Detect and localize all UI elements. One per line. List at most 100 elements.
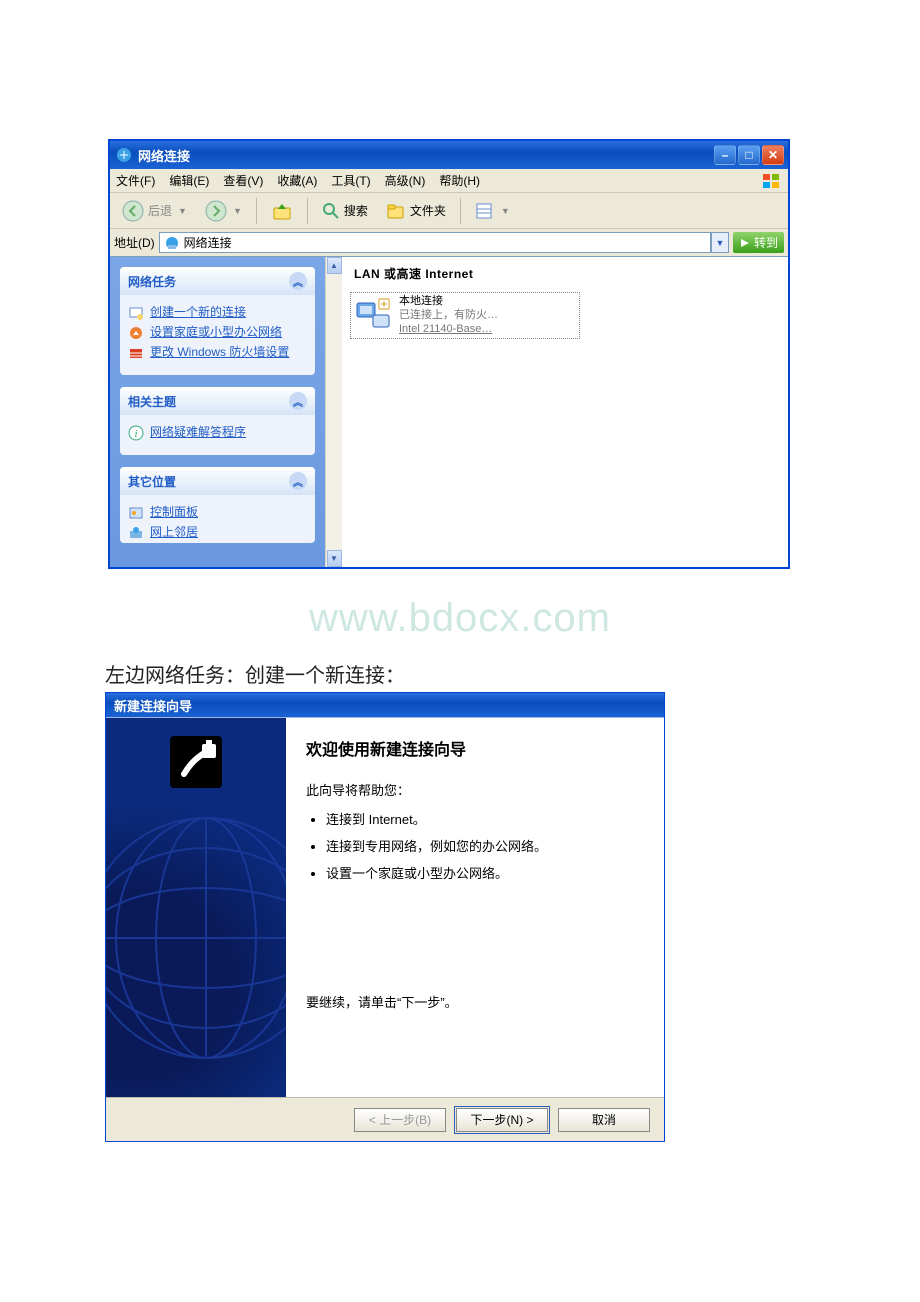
back-icon bbox=[122, 200, 144, 222]
cancel-button[interactable]: 取消 bbox=[558, 1108, 650, 1132]
sidebar-scrollbar[interactable]: ▲ ▼ bbox=[325, 257, 342, 567]
wizard-heading: 欢迎使用新建连接向导 bbox=[306, 736, 644, 760]
next-button[interactable]: 下一步(N) > bbox=[456, 1108, 548, 1132]
windows-flag-icon bbox=[762, 173, 782, 189]
go-button[interactable]: 转到 bbox=[733, 232, 784, 253]
search-button[interactable]: 搜索 bbox=[316, 200, 374, 222]
menu-favorites[interactable]: 收藏(A) bbox=[277, 172, 317, 189]
task-label: 设置家庭或小型办公网络 bbox=[150, 325, 282, 339]
maximize-button[interactable]: □ bbox=[738, 145, 760, 165]
wizard-bullet: 设置一个家庭或小型办公网络。 bbox=[326, 863, 644, 882]
svg-text:i: i bbox=[134, 428, 137, 440]
task-label: 网上邻居 bbox=[150, 525, 198, 539]
menu-view[interactable]: 查看(V) bbox=[223, 172, 263, 189]
connection-name: 本地连接 bbox=[399, 295, 498, 309]
task-setup-network[interactable]: 设置家庭或小型办公网络 bbox=[128, 325, 307, 341]
menu-file[interactable]: 文件(F) bbox=[116, 172, 155, 189]
scroll-down-button[interactable]: ▼ bbox=[327, 550, 342, 567]
up-button[interactable] bbox=[265, 198, 299, 224]
cable-plug-icon bbox=[166, 732, 226, 792]
collapse-icon[interactable]: ︽ bbox=[289, 272, 307, 290]
views-dropdown-icon[interactable]: ▼ bbox=[501, 206, 510, 216]
back-dropdown-icon[interactable]: ▼ bbox=[178, 206, 187, 216]
wizard-continue-text: 要继续，请单击“下一步”。 bbox=[306, 992, 644, 1011]
address-input[interactable]: 网络连接 bbox=[159, 232, 711, 253]
menu-bar: 文件(F) 编辑(E) 查看(V) 收藏(A) 工具(T) 高级(N) 帮助(H… bbox=[110, 169, 788, 193]
lan-connection-icon bbox=[353, 295, 393, 335]
panel-title: 相关主题 bbox=[128, 393, 176, 410]
network-connections-window: 网络连接 – □ ✕ 文件(F) 编辑(E) 查看(V) 收藏(A) 工具(T)… bbox=[109, 140, 789, 568]
wizard-lead-text: 此向导将帮助您： bbox=[306, 780, 644, 799]
menu-help[interactable]: 帮助(H) bbox=[439, 172, 480, 189]
wizard-bullet: 连接到专用网络，例如您的办公网络。 bbox=[326, 836, 644, 855]
address-dropdown-button[interactable]: ▼ bbox=[711, 232, 729, 253]
search-label: 搜索 bbox=[344, 202, 368, 219]
address-label: 地址(D) bbox=[114, 234, 155, 251]
task-control-panel[interactable]: 控制面板 bbox=[128, 505, 307, 521]
close-button[interactable]: ✕ bbox=[762, 145, 784, 165]
wizard-footer: < 上一步(B) 下一步(N) > 取消 bbox=[106, 1097, 664, 1141]
separator bbox=[307, 198, 308, 224]
address-value: 网络连接 bbox=[184, 234, 232, 251]
collapse-icon[interactable]: ︽ bbox=[289, 472, 307, 490]
connection-device: Intel 21140-Base… bbox=[399, 323, 498, 337]
forward-icon bbox=[205, 200, 227, 222]
watermark-text: www.bdocx.com bbox=[0, 596, 920, 641]
separator bbox=[256, 198, 257, 224]
menu-advanced[interactable]: 高级(N) bbox=[385, 172, 426, 189]
back-button: < 上一步(B) bbox=[354, 1108, 446, 1132]
task-network-neighborhood[interactable]: 网上邻居 bbox=[128, 525, 307, 541]
search-icon bbox=[322, 202, 340, 220]
address-bar: 地址(D) 网络连接 ▼ 转到 bbox=[110, 229, 788, 257]
control-panel-icon bbox=[128, 505, 144, 521]
task-firewall-settings[interactable]: 更改 Windows 防火墙设置 bbox=[128, 345, 307, 361]
panel-header[interactable]: 网络任务 ︽ bbox=[120, 267, 315, 295]
titlebar[interactable]: 网络连接 – □ ✕ bbox=[110, 141, 788, 169]
folder-up-icon bbox=[271, 200, 293, 222]
wizard-titlebar[interactable]: 新建连接向导 bbox=[106, 693, 664, 717]
globe-decoration-icon bbox=[106, 808, 286, 1068]
back-button[interactable]: 后退 ▼ bbox=[116, 198, 193, 224]
collapse-icon[interactable]: ︽ bbox=[289, 392, 307, 410]
menu-tools[interactable]: 工具(T) bbox=[331, 172, 370, 189]
task-label: 控制面板 bbox=[150, 505, 198, 519]
folders-label: 文件夹 bbox=[410, 202, 446, 219]
panel-network-tasks: 网络任务 ︽ 创建一个新的连接 设置家庭或小型办公网络 更改 Windows 防… bbox=[120, 267, 315, 375]
wizard-content: 欢迎使用新建连接向导 此向导将帮助您： 连接到 Internet。 连接到专用网… bbox=[286, 718, 664, 1097]
task-label: 创建一个新的连接 bbox=[150, 305, 246, 319]
views-button[interactable]: ▼ bbox=[469, 200, 516, 222]
scroll-up-button[interactable]: ▲ bbox=[327, 257, 342, 274]
connection-item[interactable]: 本地连接 已连接上，有防火… Intel 21140-Base… bbox=[350, 292, 580, 339]
connections-list: LAN 或高速 Internet 本地连接 已连接上，有防火… Intel 21… bbox=[342, 257, 788, 567]
forward-dropdown-icon[interactable]: ▼ bbox=[233, 206, 242, 216]
go-arrow-icon bbox=[739, 237, 751, 249]
caption-text: 左边网络任务：创建一个新连接： bbox=[105, 659, 920, 688]
task-label: 网络疑难解答程序 bbox=[150, 425, 246, 439]
folders-button[interactable]: 文件夹 bbox=[380, 200, 452, 222]
wizard-bullet: 连接到 Internet。 bbox=[326, 809, 644, 828]
menu-edit[interactable]: 编辑(E) bbox=[169, 172, 209, 189]
task-label: 更改 Windows 防火墙设置 bbox=[150, 345, 289, 359]
toolbar: 后退 ▼ ▼ 搜索 文件夹 ▼ bbox=[110, 193, 788, 229]
wizard-sidebar-image bbox=[106, 718, 286, 1097]
task-sidebar: 网络任务 ︽ 创建一个新的连接 设置家庭或小型办公网络 更改 Windows 防… bbox=[110, 257, 325, 567]
forward-button[interactable]: ▼ bbox=[199, 198, 248, 224]
new-connection-icon bbox=[128, 305, 144, 321]
panel-related-topics: 相关主题 ︽ i 网络疑难解答程序 bbox=[120, 387, 315, 455]
panel-header[interactable]: 相关主题 ︽ bbox=[120, 387, 315, 415]
connection-status: 已连接上，有防火… bbox=[399, 309, 498, 323]
home-network-icon bbox=[128, 325, 144, 341]
panel-title: 网络任务 bbox=[128, 273, 176, 290]
app-icon bbox=[116, 147, 132, 163]
task-troubleshooter[interactable]: i 网络疑难解答程序 bbox=[128, 425, 307, 441]
window-title: 网络连接 bbox=[138, 146, 190, 165]
task-create-connection[interactable]: 创建一个新的连接 bbox=[128, 305, 307, 321]
minimize-button[interactable]: – bbox=[714, 145, 736, 165]
separator bbox=[460, 198, 461, 224]
firewall-icon bbox=[128, 345, 144, 361]
panel-title: 其它位置 bbox=[128, 473, 176, 490]
address-icon bbox=[164, 235, 180, 251]
wizard-title: 新建连接向导 bbox=[114, 696, 192, 715]
views-icon bbox=[475, 202, 495, 220]
panel-header[interactable]: 其它位置 ︽ bbox=[120, 467, 315, 495]
